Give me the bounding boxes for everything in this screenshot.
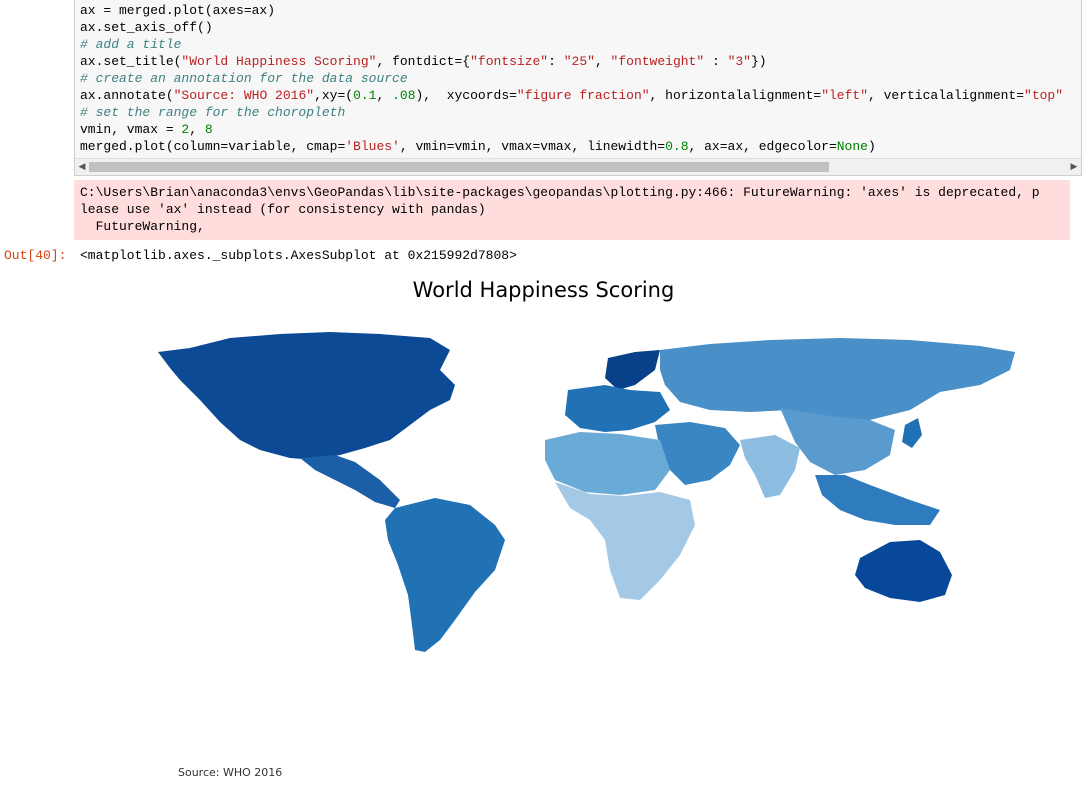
code-token: , ax=ax, edgecolor= (688, 139, 837, 154)
code-token: None (836, 139, 868, 154)
code-token: , vmin=vmin, vmax=vmax, linewidth= (399, 139, 666, 154)
region-middle-east (655, 422, 740, 485)
code-token: ax.set_title( (80, 54, 182, 69)
code-token: vmin, vmax = (80, 122, 182, 137)
code-line: ax.annotate("Source: WHO 2016",xy=(0.1 , … (80, 87, 1063, 104)
output-text: <matplotlib.axes._subplots.AxesSubplot a… (80, 248, 517, 263)
code-token: "25" (563, 54, 595, 69)
code-token: ) (867, 139, 876, 154)
region-japan (902, 418, 922, 448)
code-token: "figure fraction" (516, 88, 650, 103)
scroll-left-icon[interactable]: ◀ (75, 159, 89, 175)
code-token: .08 (392, 88, 416, 103)
region-south-america (385, 498, 505, 652)
code-token: ax = merged.plot(axes=ax) (80, 3, 276, 18)
region-russia (660, 338, 1015, 420)
region-scandinavia (605, 350, 660, 390)
code-token: "Source: WHO 2016" (173, 88, 315, 103)
output-prompt: Out[40]: (4, 248, 67, 263)
region-greenland (470, 336, 530, 380)
code-line: # set the range for the choropleth (80, 104, 345, 121)
code-token: : (704, 54, 728, 69)
region-europe (565, 385, 670, 432)
data-source-annotation: Source: WHO 2016 (178, 766, 283, 779)
scrollbar-thumb[interactable] (89, 162, 829, 172)
region-central-america (300, 455, 400, 508)
code-token: ), xycoords= (415, 88, 517, 103)
code-token: ax.annotate( (80, 88, 174, 103)
figure-title: World Happiness Scoring (412, 278, 675, 302)
region-southeast-asia (815, 475, 940, 525)
code-token: ,xy=( (314, 88, 354, 103)
code-line: # add a title (80, 36, 181, 53)
world-choropleth-map (158, 332, 1015, 652)
code-token: ax.set_axis_off() (80, 20, 213, 35)
code-token: , horizontalalignment= (649, 88, 822, 103)
code-token: 0.8 (665, 139, 689, 154)
region-australia (855, 540, 952, 602)
code-line: ax = merged.plot(axes=ax) (80, 2, 275, 19)
code-token: "fontweight" (610, 54, 705, 69)
code-cell[interactable]: ax = merged.plot(axes=ax) ax.set_axis_off… (74, 0, 1082, 176)
code-token: 8 (204, 122, 213, 137)
code-token: "3" (727, 54, 751, 69)
code-token: : (548, 54, 564, 69)
code-token: merged.plot(column=variable, cmap= (80, 139, 346, 154)
code-token: }) (750, 54, 767, 69)
code-token: "left" (821, 88, 868, 103)
code-token: 'Blues' (345, 139, 400, 154)
code-token: , fontdict={ (376, 54, 471, 69)
code-token: 0.1 (353, 88, 377, 103)
code-token: , (376, 88, 393, 103)
code-token: # set the range for the choropleth (80, 105, 346, 120)
code-token: # add a title (80, 37, 182, 52)
code-line: merged.plot(column=variable, cmap='Blues… (80, 138, 876, 155)
code-token: # create an annotation for the data sour… (80, 71, 408, 86)
stderr-output: C:\Users\Brian\anaconda3\envs\GeoPandas\… (74, 180, 1070, 240)
region-south-asia (740, 435, 800, 498)
region-sub-saharan-africa (555, 482, 695, 600)
code-token: "fontsize" (470, 54, 549, 69)
code-line: ax.set_title("World Happiness Scoring", … (80, 53, 767, 70)
code-token: , (594, 54, 611, 69)
code-token: "top" (1024, 88, 1064, 103)
code-line: ax.set_axis_off() (80, 19, 213, 36)
scroll-right-icon[interactable]: ▶ (1067, 159, 1081, 175)
region-north-america (158, 332, 455, 460)
code-token: , (189, 122, 205, 137)
code-token: "World Happiness Scoring" (181, 54, 377, 69)
horizontal-scrollbar[interactable]: ◀ ▶ (75, 158, 1081, 175)
code-line: # create an annotation for the data sour… (80, 70, 408, 87)
code-token: , verticalalignment= (868, 88, 1025, 103)
code-line: vmin, vmax = 2, 8 (80, 121, 213, 138)
